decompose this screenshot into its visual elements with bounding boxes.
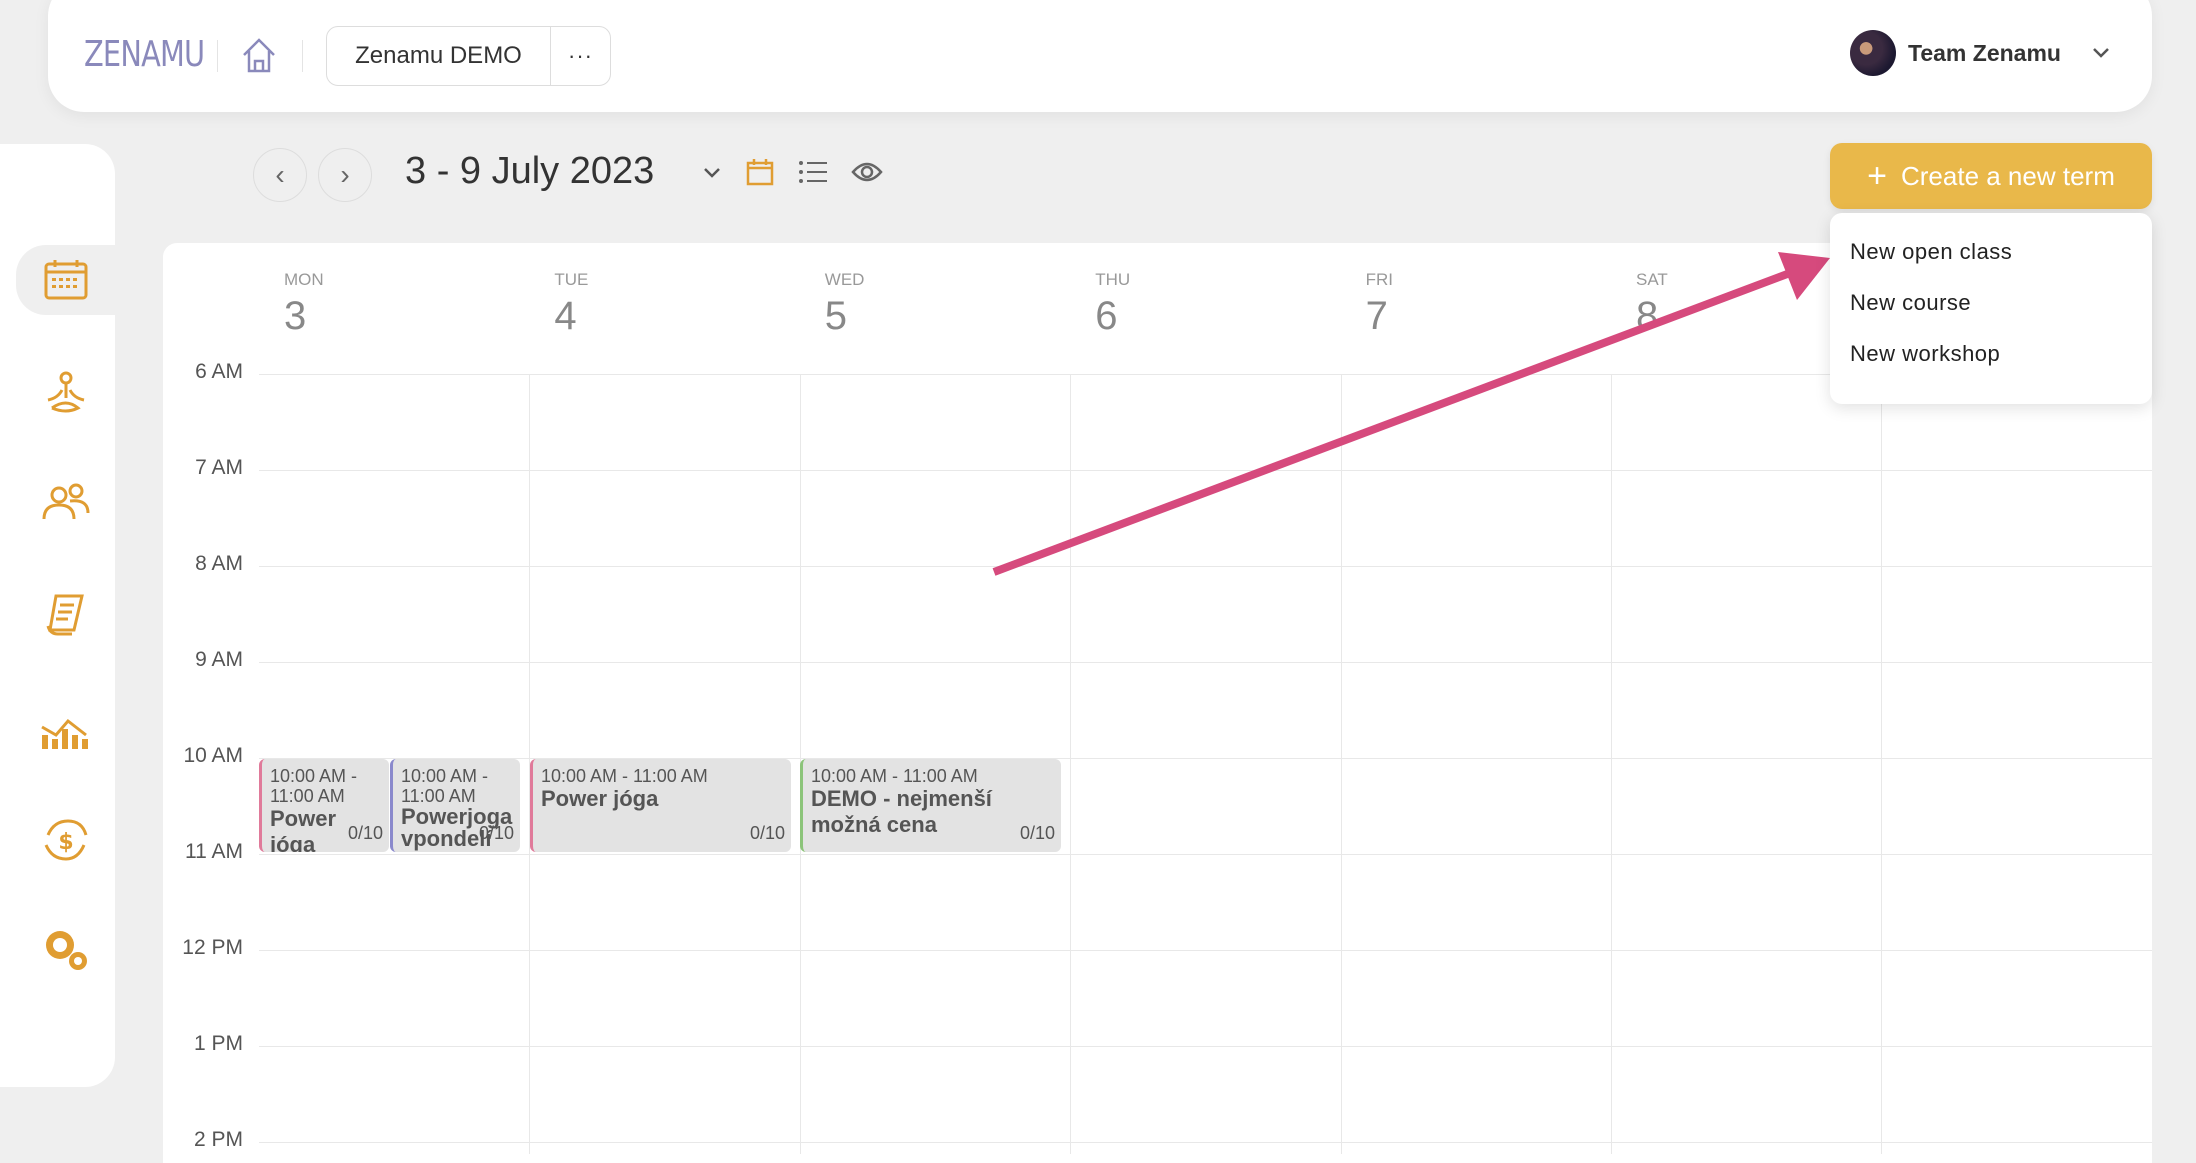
day-number: 4: [554, 294, 577, 338]
chart-icon[interactable]: [38, 705, 94, 755]
chevron-down-icon[interactable]: [2091, 46, 2111, 60]
day-divider: [1881, 374, 1882, 1154]
divider: [217, 40, 218, 72]
event-time: 10:00 AM - 11:00 AM: [401, 766, 489, 806]
more-options-button[interactable]: ···: [551, 27, 610, 85]
day-number: 6: [1095, 294, 1118, 338]
workspace-name[interactable]: Zenamu DEMO: [327, 27, 551, 85]
settings-icon[interactable]: [38, 925, 94, 975]
day-number: 7: [1365, 294, 1388, 338]
svg-text:$: $: [58, 830, 73, 855]
day-number: 3: [284, 294, 307, 338]
hour-label: 10 AM: [183, 744, 243, 767]
event-card[interactable]: 10:00 AM - 11:00 AM Power jóga 0/10: [530, 759, 791, 852]
hour-line: [259, 950, 2152, 951]
create-new-term-label: Create a new term: [1900, 160, 2115, 191]
hour-label: 8 AM: [195, 552, 243, 575]
event-name: DEMO - nejmenší možná cena: [811, 786, 992, 837]
user-name: Team Zenamu: [1908, 39, 2061, 66]
day-header[interactable]: THU 6: [1070, 270, 1340, 339]
event-capacity: 0/10: [749, 823, 785, 843]
day-name: THU: [1095, 270, 1131, 289]
dollar-exchange-icon[interactable]: $: [38, 815, 94, 865]
next-week-button[interactable]: ›: [318, 148, 372, 202]
day-name: WED: [824, 270, 865, 289]
event-capacity: 0/10: [347, 823, 383, 843]
hour-label: 11 AM: [185, 840, 243, 863]
hour-line: [259, 566, 2152, 567]
hour-line: [259, 1046, 2152, 1047]
date-range-title[interactable]: 3 - 9 July 2023: [405, 150, 654, 193]
hour-line: [259, 1142, 2152, 1143]
hour-label: 2 PM: [193, 1128, 243, 1151]
avatar: [1850, 30, 1896, 76]
day-header[interactable]: WED 5: [800, 270, 1070, 339]
workspace-switcher[interactable]: Zenamu DEMO ···: [326, 26, 611, 86]
hour-label: 9 AM: [195, 648, 243, 671]
day-divider: [1070, 374, 1071, 1154]
event-time: 10:00 AM - 11:00 AM: [811, 766, 978, 786]
day-name: FRI: [1365, 270, 1393, 289]
day-divider: [1341, 374, 1342, 1154]
event-card[interactable]: 10:00 AM - 11:00 AM Powerjoga vpondelí 0…: [390, 759, 520, 852]
event-card[interactable]: 10:00 AM - 11:00 AM DEMO - nejmenší možn…: [800, 759, 1061, 852]
home-icon[interactable]: [240, 35, 278, 75]
day-header[interactable]: TUE 4: [529, 270, 799, 339]
hour-label: 6 AM: [195, 360, 243, 383]
day-divider: [1611, 374, 1612, 1154]
receipt-icon[interactable]: [38, 590, 94, 640]
divider: [302, 40, 303, 72]
hour-label: 1 PM: [193, 1032, 243, 1055]
day-header[interactable]: FRI 7: [1341, 270, 1611, 339]
hour-label: 12 PM: [182, 936, 243, 959]
calendar-view-icon[interactable]: [746, 158, 774, 186]
event-capacity: 0/10: [478, 823, 514, 843]
list-view-icon[interactable]: [798, 160, 828, 184]
menu-item-new-course[interactable]: New course: [1830, 291, 2152, 342]
chevron-down-icon[interactable]: [702, 166, 722, 180]
calendar-icon[interactable]: [38, 256, 94, 306]
prev-week-button[interactable]: ‹: [253, 148, 307, 202]
event-name: Power jóga: [541, 786, 659, 811]
zenamu-logo[interactable]: ZENAMU: [84, 34, 205, 75]
hour-line: [259, 854, 2152, 855]
people-icon[interactable]: [38, 477, 94, 527]
day-number: 5: [824, 294, 848, 338]
day-name: MON: [284, 270, 324, 289]
hour-label: 7 AM: [195, 456, 243, 479]
hour-line: [259, 662, 2152, 663]
event-capacity: 0/10: [1019, 823, 1055, 843]
yoga-icon[interactable]: [38, 368, 94, 418]
event-time: 10:00 AM - 11:00 AM: [270, 766, 358, 806]
event-time: 10:00 AM - 11:00 AM: [541, 766, 708, 786]
menu-item-new-workshop[interactable]: New workshop: [1830, 342, 2152, 393]
hour-line: [259, 470, 2152, 471]
create-term-dropdown: New open class New course New workshop: [1830, 213, 2152, 404]
create-new-term-button[interactable]: + Create a new term: [1830, 143, 2152, 209]
day-name: TUE: [554, 270, 589, 289]
menu-item-new-open-class[interactable]: New open class: [1830, 240, 2152, 291]
day-header[interactable]: MON 3: [259, 270, 529, 339]
eye-icon[interactable]: [851, 160, 883, 184]
user-menu[interactable]: Team Zenamu: [1850, 30, 2111, 76]
plus-icon: +: [1867, 156, 1887, 195]
event-card[interactable]: 10:00 AM - 11:00 AM Power jóga 0/10: [259, 759, 389, 852]
